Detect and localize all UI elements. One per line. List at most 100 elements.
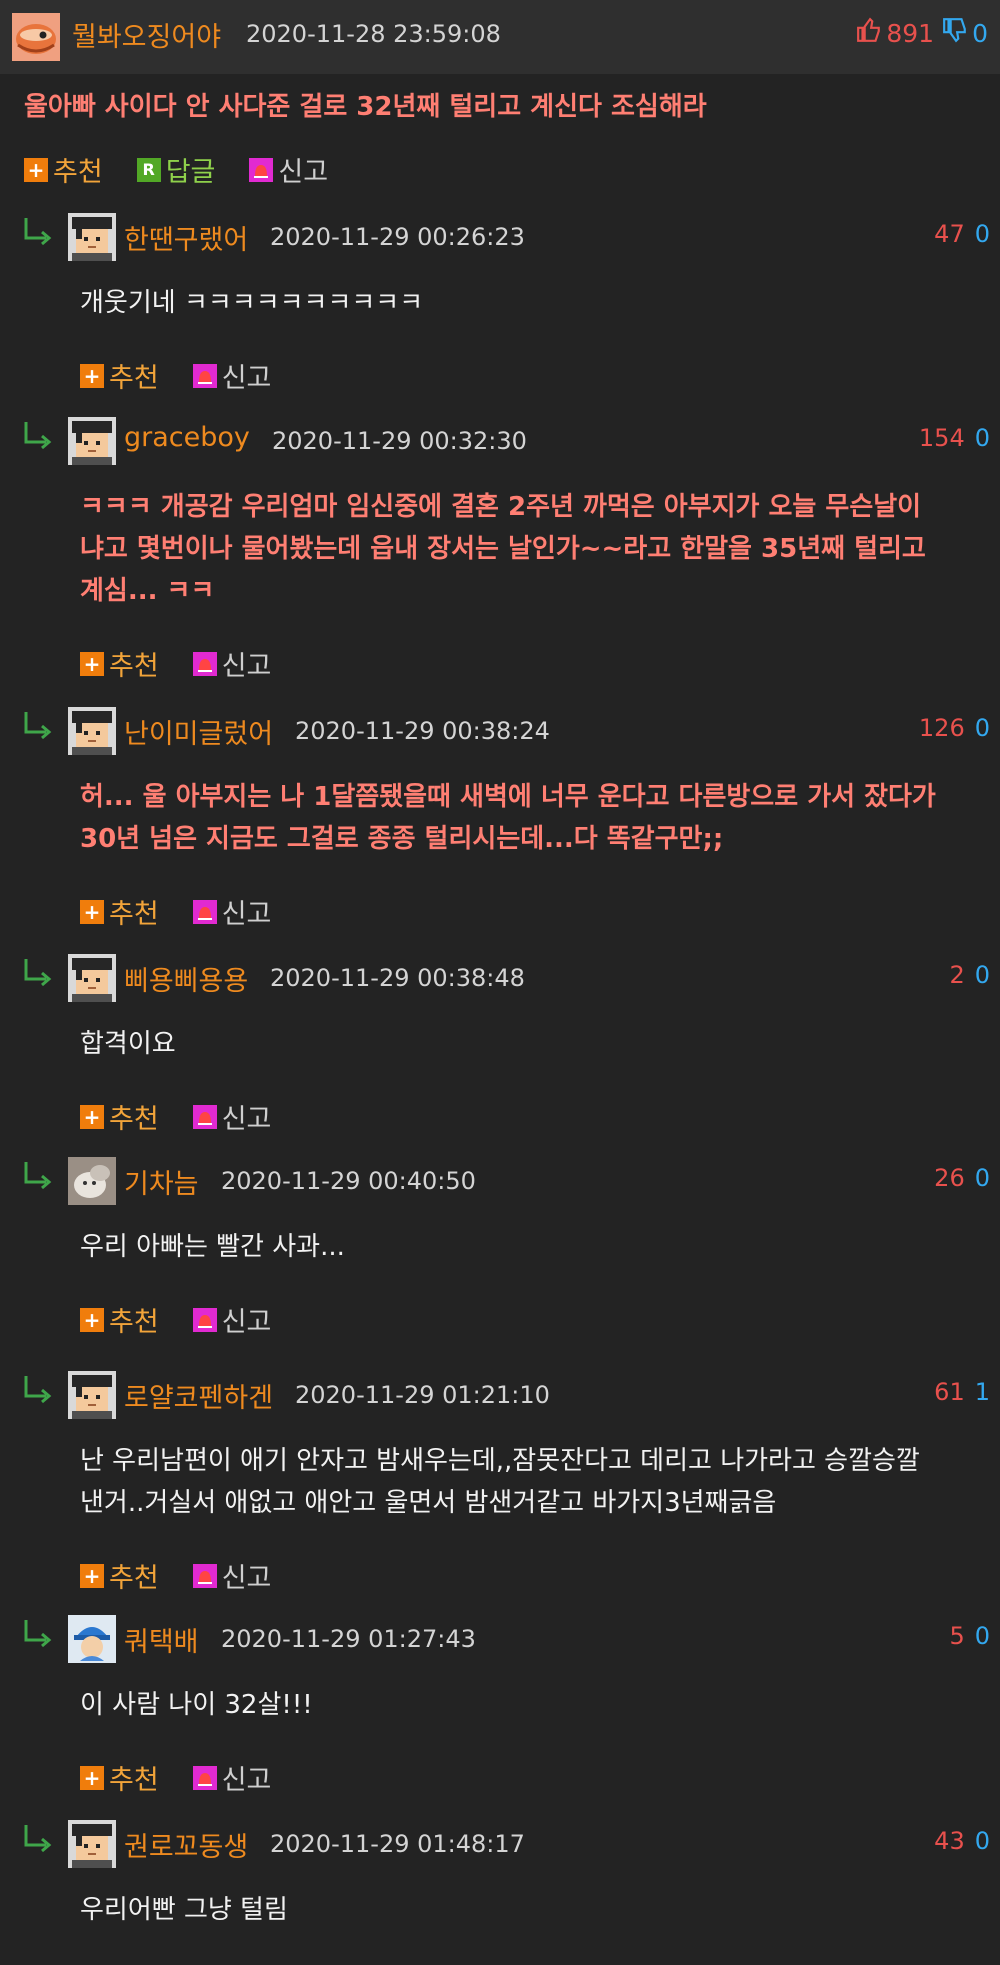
- reply-date: 2020-11-29 00:40:50: [221, 1167, 476, 1195]
- report-button[interactable]: 신고: [192, 356, 271, 395]
- reply-date: 2020-11-29 00:26:23: [270, 223, 525, 251]
- report-button[interactable]: 신고: [192, 1556, 272, 1595]
- vote-counter: 47 0: [934, 220, 990, 248]
- avatar[interactable]: [68, 1157, 116, 1205]
- reply-arrow-icon: [22, 216, 54, 250]
- comment-date: 2020-11-28 23:59:08: [246, 20, 501, 48]
- recommend-button[interactable]: + 추천: [24, 150, 103, 189]
- reply-date: 2020-11-29 00:38:48: [270, 964, 525, 992]
- downvote-count: 0: [974, 961, 990, 989]
- siren-icon: [192, 363, 217, 388]
- recommend-label: 추천: [109, 1307, 159, 1338]
- avatar[interactable]: [68, 954, 116, 1002]
- recommend-button[interactable]: +추천: [80, 892, 159, 931]
- avatar[interactable]: [68, 417, 116, 465]
- reply-actions: +추천 신고: [80, 1300, 305, 1339]
- vote-counter: 20: [949, 961, 990, 989]
- reply-text: 이 사람 나이 32살!!!: [80, 1690, 313, 1720]
- recommend-label: 추천: [53, 157, 103, 188]
- upvote-count: 126: [918, 714, 965, 742]
- upvote-count: 154: [918, 424, 965, 452]
- report-button[interactable]: 신고: [192, 1758, 271, 1797]
- recommend-button[interactable]: +추천: [80, 1758, 159, 1797]
- upvote-count: 5: [949, 1622, 965, 1650]
- reply-author[interactable]: 삐용삐용용: [124, 959, 248, 998]
- reply-author[interactable]: 권로꼬동생: [124, 1825, 248, 1864]
- reply-author[interactable]: 쿼택배: [124, 1620, 199, 1659]
- reply-date: 2020-11-29 00:38:24: [295, 717, 550, 745]
- reply-arrow-icon: [22, 420, 54, 454]
- upvote-count: 26: [934, 1164, 965, 1192]
- reply-arrow-icon: [22, 1374, 54, 1408]
- reply-date: 2020-11-29 01:27:43: [221, 1625, 476, 1653]
- avatar[interactable]: [68, 213, 116, 261]
- report-button[interactable]: 신고: [192, 1300, 272, 1339]
- siren-icon: [192, 651, 217, 676]
- downvote-count: 1: [974, 1378, 990, 1406]
- reply-arrow-icon: [22, 710, 54, 744]
- avatar[interactable]: [12, 13, 60, 61]
- plus-icon: +: [80, 363, 104, 388]
- report-button[interactable]: 신고: [192, 892, 272, 931]
- report-label: 신고: [278, 157, 329, 188]
- report-button[interactable]: 신고: [192, 1097, 272, 1136]
- reply-arrow-icon: [22, 1618, 54, 1652]
- report-label: 신고: [221, 1307, 272, 1338]
- siren-icon: [192, 1307, 217, 1332]
- downvote-count: 0: [974, 424, 990, 452]
- reply-actions: +추천 신고: [80, 356, 305, 395]
- recommend-button[interactable]: +추천: [80, 1300, 159, 1339]
- avatar[interactable]: [68, 1371, 116, 1419]
- reply-date: 2020-11-29 00:32:30: [272, 427, 527, 455]
- recommend-button[interactable]: +추천: [80, 1556, 159, 1595]
- upvote-count: 61: [934, 1378, 965, 1406]
- comment-text: 울아빠 사이다 안 사다준 걸로 32년째 털리고 계신다 조심해라: [24, 92, 707, 122]
- recommend-label: 추천: [109, 899, 159, 930]
- report-label: 신고: [221, 1563, 272, 1594]
- recommend-label: 추천: [109, 363, 159, 394]
- reply-button[interactable]: R 답글: [136, 150, 216, 189]
- reply-text: 허... 울 아부지는 나 1달쯤됐을때 새벽에 너무 운다고 다른방으로 가서…: [80, 782, 936, 812]
- report-button[interactable]: 신고: [192, 644, 271, 683]
- report-label: 신고: [221, 1104, 272, 1135]
- reply-text: 개웃기네 ㅋㅋㅋㅋㅋㅋㅋㅋㅋㅋ: [80, 288, 424, 318]
- recommend-button[interactable]: +추천: [80, 1097, 159, 1136]
- recommend-button[interactable]: +추천: [80, 644, 159, 683]
- reply-arrow-icon: [22, 957, 54, 991]
- reply-actions: +추천 신고: [80, 892, 305, 931]
- siren-icon: [192, 899, 217, 924]
- downvote-count: 0: [974, 714, 990, 742]
- reply-author[interactable]: 한땐구랬어: [124, 218, 248, 257]
- recommend-label: 추천: [109, 1104, 159, 1135]
- comment-author[interactable]: 뭘봐오징어야: [72, 15, 221, 54]
- thumbs-up-icon[interactable]: [856, 17, 882, 49]
- reply-author[interactable]: 기차늠: [124, 1162, 199, 1201]
- avatar[interactable]: [68, 1615, 116, 1663]
- reply-author[interactable]: graceboy: [124, 422, 250, 453]
- vote-counter: 61 1: [934, 1378, 990, 1406]
- downvote-count: 0: [974, 1622, 990, 1650]
- reply-text: 합격이요: [80, 1029, 176, 1059]
- reply-actions: +추천 신고: [80, 1758, 305, 1797]
- reply-arrow-icon: [22, 1160, 54, 1194]
- reply-label: 답글: [165, 157, 216, 188]
- vote-counter: 126 0: [919, 714, 990, 742]
- vote-counter: 26 0: [934, 1164, 990, 1192]
- reply-author[interactable]: 로얄코펜하겐: [124, 1376, 273, 1415]
- recommend-label: 추천: [109, 1563, 159, 1594]
- vote-counter: 50: [949, 1622, 990, 1650]
- reply-text: 냐고 몇번이나 물어봤는데 읍내 장서는 날인가~~라고 한말을 35년째 털리…: [80, 534, 926, 564]
- reply-author[interactable]: 난이미글렀어: [124, 712, 273, 751]
- recommend-button[interactable]: +추천: [80, 356, 159, 395]
- recommend-label: 추천: [109, 651, 159, 682]
- report-button[interactable]: 신고: [249, 150, 328, 189]
- report-label: 신고: [221, 899, 272, 930]
- recommend-label: 추천: [109, 1765, 159, 1796]
- avatar[interactable]: [68, 707, 116, 755]
- avatar[interactable]: [68, 1820, 116, 1868]
- plus-icon: +: [80, 1765, 104, 1790]
- reply-text: 계심... ㅋㅋ: [80, 576, 215, 606]
- siren-icon: [192, 1765, 217, 1790]
- downvote-count: 0: [974, 1164, 990, 1192]
- thumbs-down-icon[interactable]: [942, 17, 968, 49]
